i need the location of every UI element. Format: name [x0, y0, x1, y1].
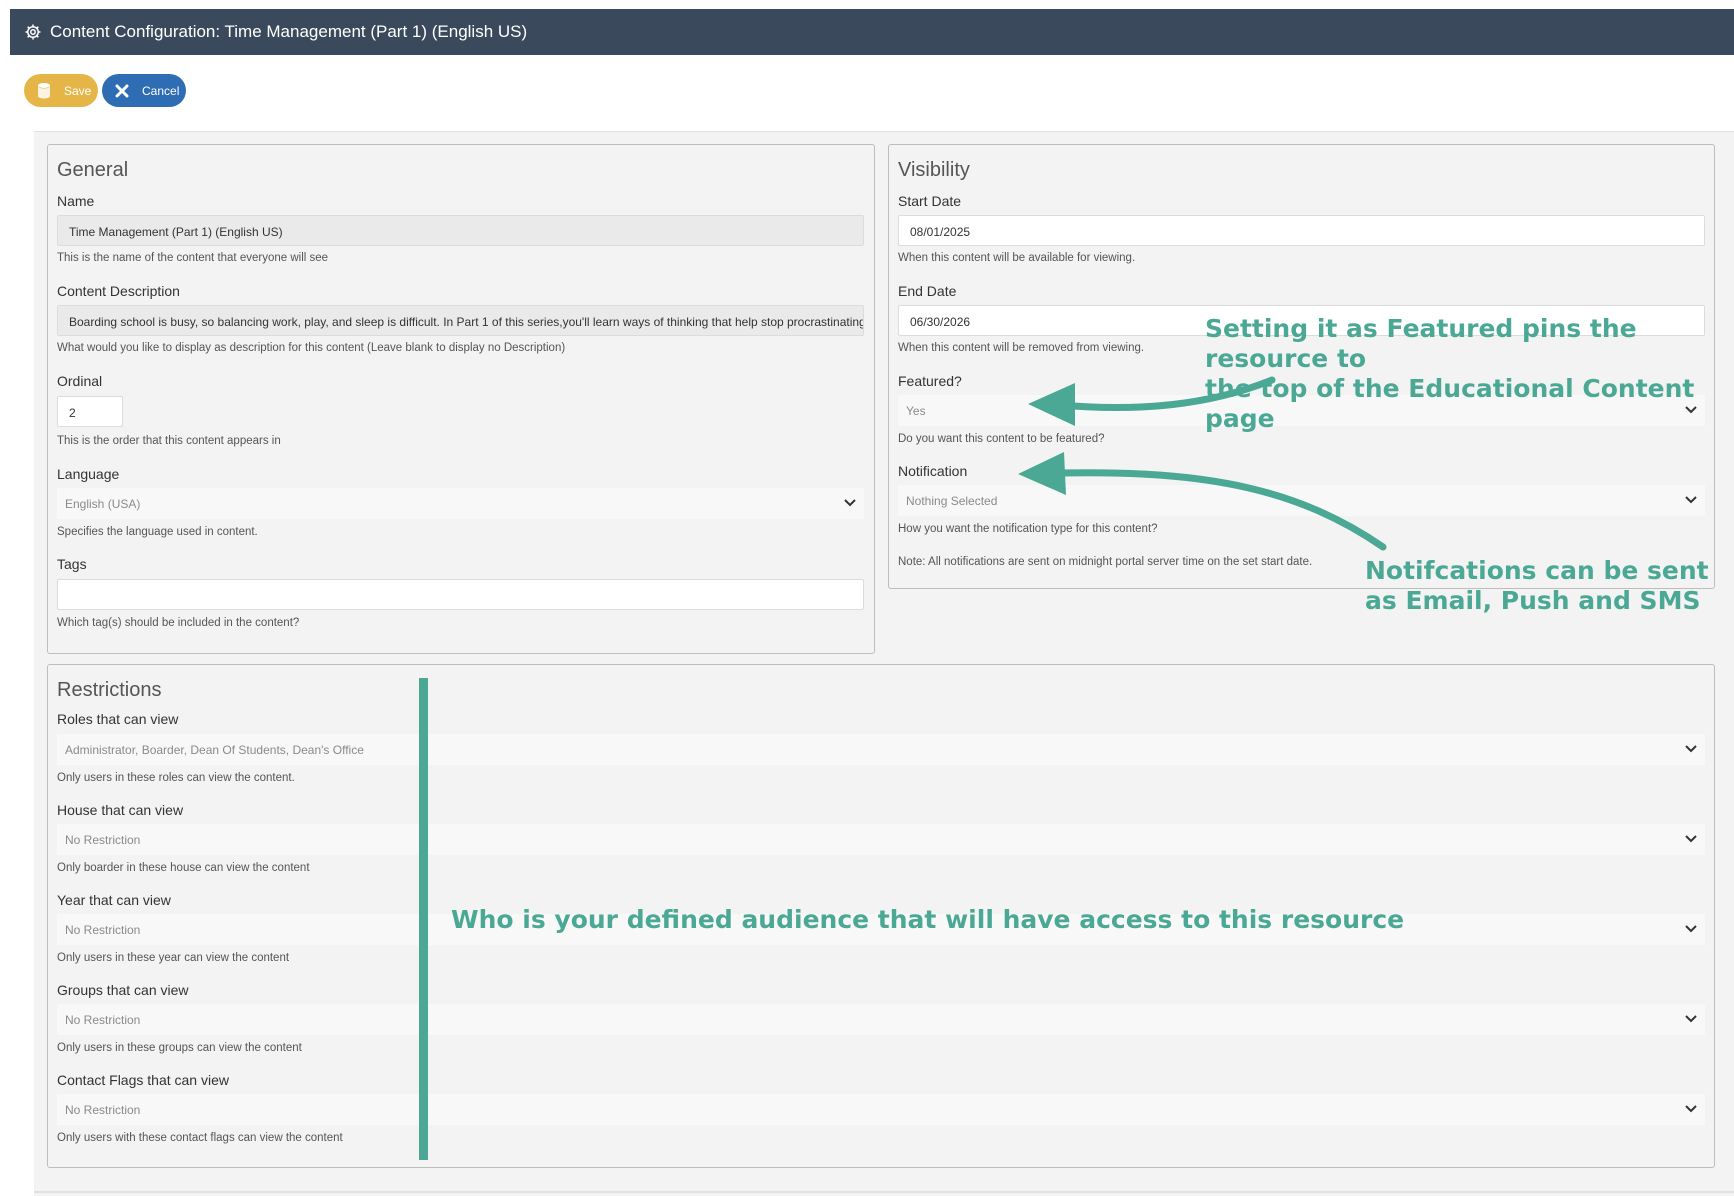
name-label: Name — [57, 193, 95, 209]
chevron-down-icon — [1685, 1105, 1697, 1113]
featured-label: Featured? — [898, 373, 962, 389]
language-help: Specifies the language used in content. — [57, 526, 258, 538]
year-value: No Restriction — [65, 923, 141, 937]
contact-flags-value: No Restriction — [65, 1103, 141, 1117]
divider — [34, 1191, 1734, 1193]
description-help: What would you like to display as descri… — [57, 342, 566, 354]
language-label: Language — [57, 466, 120, 482]
featured-help: Do you want this content to be featured? — [898, 433, 1105, 445]
visibility-heading: Visibility — [898, 159, 970, 181]
groups-select[interactable]: No Restriction — [57, 1004, 1705, 1035]
tags-label: Tags — [57, 556, 87, 572]
year-help: Only users in these year can view the co… — [57, 952, 290, 964]
general-heading: General — [57, 159, 129, 181]
chevron-down-icon — [1685, 1015, 1697, 1023]
chevron-down-icon — [1685, 496, 1697, 504]
audience-annotation: Who is your defined audience that will h… — [451, 905, 1405, 934]
featured-annotation-line1: Setting it as Featured pins the resource… — [1205, 314, 1637, 373]
contact-flags-help: Only users with these contact flags can … — [57, 1132, 343, 1144]
name-help: This is the name of the content that eve… — [57, 252, 329, 264]
house-label: House that can view — [57, 802, 184, 818]
notification-label: Notification — [898, 463, 968, 479]
cancel-button-label: Cancel — [142, 83, 180, 98]
notification-select[interactable]: Nothing Selected — [898, 485, 1705, 516]
chevron-down-icon — [1685, 835, 1697, 843]
notification-annotation: Notifcations can be sent as Email, Push … — [1365, 556, 1709, 616]
roles-select[interactable]: Administrator, Boarder, Dean Of Students… — [57, 734, 1705, 765]
tags-field[interactable] — [57, 579, 864, 610]
featured-annotation-line2: the top of the Educational Content page — [1205, 374, 1695, 433]
groups-value: No Restriction — [65, 1013, 141, 1027]
ordinal-label: Ordinal — [57, 373, 103, 389]
end-date-label: End Date — [898, 283, 957, 299]
end-date-help: When this content will be removed from v… — [898, 342, 1145, 354]
save-button-label: Save — [64, 83, 92, 98]
groups-label: Groups that can view — [57, 982, 189, 998]
house-help: Only boarder in these house can view the… — [57, 862, 310, 874]
start-date-help: When this content will be available for … — [898, 252, 1136, 264]
general-panel: General Name Time Management (Part 1) (E… — [47, 144, 875, 654]
contact-flags-label: Contact Flags that can view — [57, 1072, 229, 1088]
notification-annotation-line1: Notifcations can be sent — [1365, 556, 1709, 585]
language-select[interactable]: English (USA) — [57, 488, 864, 519]
featured-value: Yes — [906, 404, 926, 418]
description-label: Content Description — [57, 283, 180, 299]
house-select[interactable]: No Restriction — [57, 824, 1705, 855]
year-label: Year that can view — [57, 892, 171, 908]
chevron-down-icon — [1685, 745, 1697, 753]
notification-note: Note: All notifications are sent on midn… — [898, 556, 1313, 568]
cancel-button[interactable]: Cancel — [102, 74, 186, 107]
name-field[interactable]: Time Management (Part 1) (English US) — [57, 215, 864, 246]
roles-label: Roles that can view — [57, 711, 179, 727]
chevron-down-icon — [844, 499, 856, 507]
page-title: Content Configuration: Time Management (… — [50, 22, 528, 41]
tags-help: Which tag(s) should be included in the c… — [57, 617, 300, 629]
audience-bracket-line — [419, 678, 428, 1160]
ordinal-field[interactable]: 2 — [57, 396, 123, 427]
roles-value: Administrator, Boarder, Dean Of Students… — [65, 743, 364, 757]
description-field[interactable]: Boarding school is busy, so balancing wo… — [57, 305, 864, 336]
restrictions-heading: Restrictions — [57, 679, 162, 701]
ordinal-help: This is the order that this content appe… — [57, 435, 281, 447]
save-button[interactable]: Save — [24, 74, 98, 107]
featured-annotation: Setting it as Featured pins the resource… — [1205, 314, 1734, 434]
house-value: No Restriction — [65, 833, 141, 847]
window-title-bar: Content Configuration: Time Management (… — [10, 9, 1734, 55]
chevron-down-icon — [1685, 925, 1697, 933]
gear-icon — [25, 24, 41, 40]
notification-annotation-line2: as Email, Push and SMS — [1365, 586, 1701, 615]
start-date-label: Start Date — [898, 193, 962, 209]
groups-help: Only users in these groups can view the … — [57, 1042, 302, 1054]
notification-help: How you want the notification type for t… — [898, 523, 1158, 535]
roles-help: Only users in these roles can view the c… — [57, 772, 295, 784]
notification-value: Nothing Selected — [906, 494, 998, 508]
contact-flags-select[interactable]: No Restriction — [57, 1094, 1705, 1125]
start-date-field[interactable]: 08/01/2025 — [898, 215, 1705, 246]
close-icon — [115, 84, 129, 97]
language-value: English (USA) — [65, 497, 141, 511]
database-icon — [38, 82, 50, 98]
